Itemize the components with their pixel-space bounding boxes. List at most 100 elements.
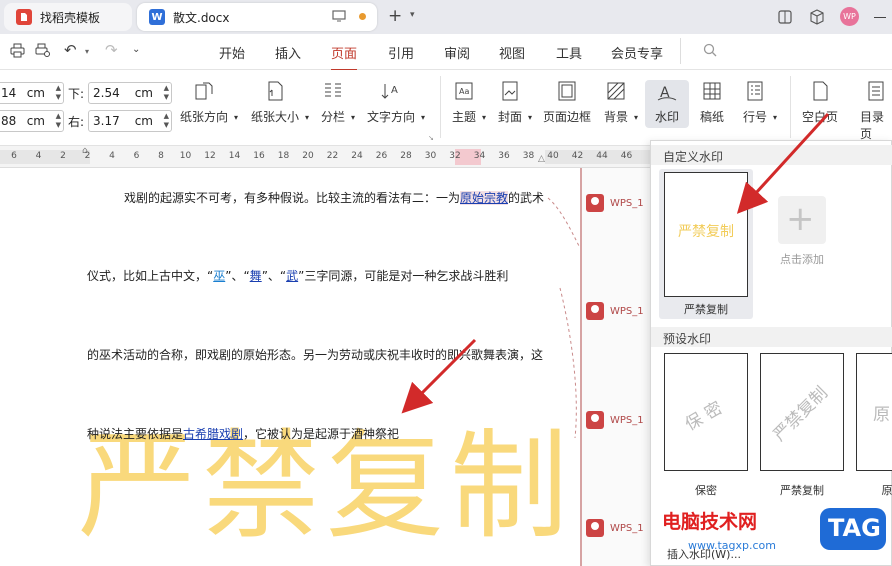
menu-tools[interactable]: 工具 xyxy=(556,43,582,62)
ruler-tick-label: 42 xyxy=(571,151,584,161)
paragraph-line-4[interactable]: 种说法主要依据是古希腊戏剧，它被认为是起源于酒神祭祀 xyxy=(87,425,399,442)
menu-view[interactable]: 视图 xyxy=(499,43,525,62)
margin-left-input[interactable]: 88 cm ▲ ▼ xyxy=(0,110,64,132)
minimize-icon[interactable] xyxy=(874,17,886,18)
orientation-button[interactable]: 纸张方向 ▾ xyxy=(180,80,238,125)
redo-icon[interactable]: ↷ xyxy=(105,41,118,59)
preset-watermark-card[interactable]: 保 密 xyxy=(664,353,748,471)
watermark-button[interactable]: A 水印 xyxy=(645,80,689,128)
preset-label: 保密 xyxy=(695,484,717,497)
toc-page-button[interactable]: 目录页 xyxy=(860,80,892,142)
monitor-icon[interactable] xyxy=(332,10,346,25)
columns-icon xyxy=(325,83,341,97)
comment-connector-lines xyxy=(547,197,580,439)
ruler-tick-label: 34 xyxy=(473,151,486,161)
theme-icon: Aa xyxy=(455,82,473,100)
preset-watermark-card[interactable]: 原 xyxy=(856,353,892,471)
tab-label: 散文.docx xyxy=(173,10,230,25)
title-bar: 找稻壳模板 W 散文.docx + ▾ WP xyxy=(0,0,892,34)
orientation-icon xyxy=(195,82,213,100)
ruler-tick-label: 18 xyxy=(277,151,290,161)
user-icon xyxy=(586,302,604,320)
menu-bar: ↶ ▾ ↷ ⌄ 开始 插入 页面 引用 审阅 视图 工具 会员专享 xyxy=(0,34,892,71)
undo-icon[interactable]: ↶ xyxy=(64,41,77,59)
menu-page[interactable]: 页面 xyxy=(331,43,358,71)
paragraph-line-3[interactable]: 的巫术活动的合称，即戏剧的原始形态。另一为劳动或庆祝丰收时的即兴歌舞表演，这 xyxy=(87,346,543,363)
ruler-tick-label: 26 xyxy=(375,151,388,161)
ruler-tick-label: 28 xyxy=(400,151,412,161)
ruler-tick-label: 16 xyxy=(253,151,265,161)
ruler-tick-label: 4 xyxy=(109,151,115,161)
blank-page-button[interactable]: 空白页 xyxy=(802,80,838,125)
add-watermark-label: 点击添加 xyxy=(780,253,824,266)
theme-button[interactable]: Aa 主题 ▾ xyxy=(452,80,486,125)
cube-icon[interactable] xyxy=(809,9,825,28)
manuscript-button[interactable]: 稿纸 xyxy=(700,80,724,125)
line-number-icon xyxy=(747,81,763,101)
comment-item[interactable]: WPS_1 xyxy=(586,519,644,537)
cover-icon xyxy=(502,81,518,101)
undo-dropdown-icon[interactable]: ▾ xyxy=(85,47,89,56)
search-icon[interactable] xyxy=(703,43,717,60)
paragraph-line-2[interactable]: 仪式，比如上古中文，“巫”、“舞”、“武”三字同源，可能是对一种乞求战斗胜利 xyxy=(87,267,508,284)
margin-top-input[interactable]: 14 cm ▲ ▼ xyxy=(0,82,64,104)
margin-bottom-input[interactable]: 2.54 cm ▲ ▼ xyxy=(88,82,172,104)
preset-label: 严禁复制 xyxy=(780,484,824,497)
avatar[interactable]: WP xyxy=(840,7,859,26)
ruler-tick-label: 36 xyxy=(498,151,510,161)
paragraph-line-1[interactable]: 戏剧的起源实不可考，有多种假说。比较主流的看法有二：一为原始宗教的武术 xyxy=(124,189,544,206)
paper-size-button[interactable]: 纸张大小 ▾ xyxy=(251,80,309,125)
columns-button[interactable]: 分栏 ▾ xyxy=(321,80,355,125)
ruler-tick-label: 22 xyxy=(326,151,339,161)
ruler-tick-label: 8 xyxy=(158,151,164,161)
link-primitive-religion[interactable]: 原始宗教 xyxy=(460,191,509,205)
tab-document[interactable]: W 散文.docx xyxy=(137,3,377,31)
menu-member[interactable]: 会员专享 xyxy=(611,43,663,62)
ruler-tick-label: 32 xyxy=(449,151,461,161)
dialog-launcher-icon[interactable]: ↘ xyxy=(428,134,434,142)
split-view-icon[interactable] xyxy=(777,9,793,28)
blank-page-icon xyxy=(813,81,828,101)
watermark-dropdown-panel: 自定义水印 严禁复制 严禁复制 + 点击添加 预设水印 保 密 保密 严禁复制 … xyxy=(650,140,892,566)
preset-watermark-card[interactable]: 严禁复制 xyxy=(760,353,844,471)
page-border-button[interactable]: 页面边框 xyxy=(543,80,591,125)
text-direction-button[interactable]: A 文字方向 ▾ xyxy=(367,80,425,125)
divider xyxy=(790,76,791,138)
paper-size-icon xyxy=(268,81,283,101)
background-button[interactable]: 背景 ▾ xyxy=(604,80,638,125)
add-watermark-button[interactable]: + xyxy=(778,196,826,244)
line-number-button[interactable]: 行号 ▾ xyxy=(743,80,777,125)
tab-docer-templates[interactable]: 找稻壳模板 xyxy=(4,3,132,31)
more-chevron-icon[interactable]: ⌄ xyxy=(132,44,140,55)
menu-insert[interactable]: 插入 xyxy=(275,43,301,62)
menu-home[interactable]: 开始 xyxy=(219,43,245,62)
ruler-tick-label: 46 xyxy=(620,151,633,161)
tab-label: 找稻壳模板 xyxy=(40,10,101,25)
comment-item[interactable]: WPS_1 xyxy=(586,302,644,320)
page-border-icon xyxy=(558,81,576,101)
ruler-tick-label: 6 xyxy=(133,151,140,161)
print-icon[interactable] xyxy=(10,43,25,61)
preset-watermark-title: 预设水印 xyxy=(663,332,712,346)
link-greek-drama[interactable]: 古希腊戏剧 xyxy=(183,427,243,441)
divider xyxy=(680,38,681,64)
custom-watermark-card[interactable]: 严禁复制 xyxy=(664,172,748,297)
document-watermark: 严禁复制 xyxy=(78,417,575,555)
horizontal-ruler[interactable]: ⌂ △ 6 4 2 2 4 6 8 10 12 14 16 18 20 22 24 26 28 30 32 34 36 3… xyxy=(0,146,650,168)
watermark-icon: A xyxy=(657,85,677,101)
document-page[interactable]: 严禁复制 戏剧的起源实不可考，有多种假说。比较主流的看法有二：一为原始宗教的武术… xyxy=(0,168,580,566)
print-preview-icon[interactable] xyxy=(35,43,51,61)
margin-right-input[interactable]: 3.17 cm ▲ ▼ xyxy=(88,110,172,132)
ruler-tick-label: 38 xyxy=(522,151,535,161)
menu-references[interactable]: 引用 xyxy=(388,43,414,62)
background-icon xyxy=(607,82,625,100)
comment-item[interactable]: WPS_1 xyxy=(586,194,644,212)
menu-review[interactable]: 审阅 xyxy=(444,43,470,62)
ruler-tick-label: 44 xyxy=(596,151,608,161)
tab-list-chevron-icon[interactable]: ▾ xyxy=(410,10,415,20)
cover-button[interactable]: 封面 ▾ xyxy=(498,80,532,125)
comment-item[interactable]: WPS_1 xyxy=(586,411,644,429)
new-tab-plus-icon[interactable]: + xyxy=(388,6,402,26)
right-indent-marker-icon[interactable]: △ xyxy=(538,154,545,164)
site-watermark-banner: 电脑技术网 TAG www.tagxp.com xyxy=(660,505,892,566)
